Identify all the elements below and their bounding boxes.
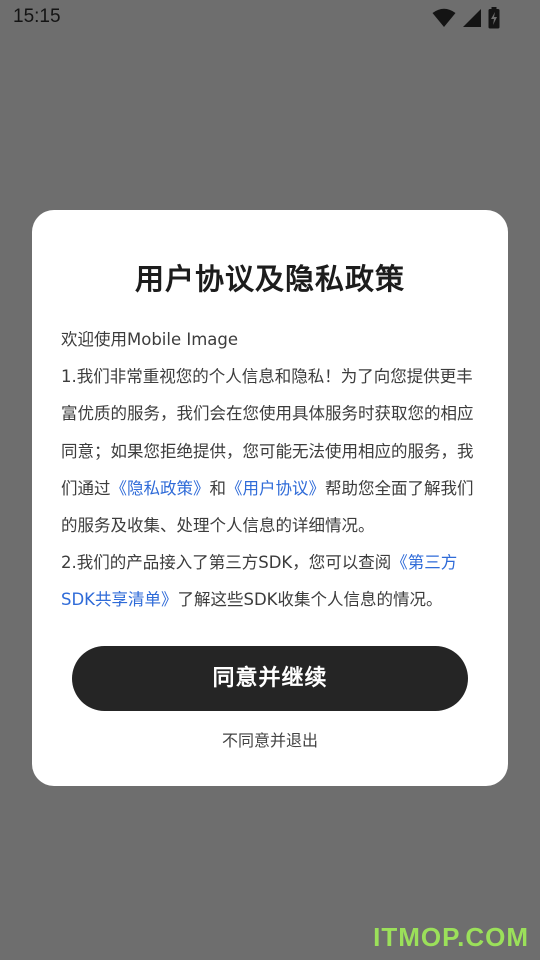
privacy-policy-link[interactable]: 《隐私政策》 [111,479,210,498]
status-bar: 15:15 [0,0,540,34]
status-time: 15:15 [13,6,61,27]
dialog-body: 欢迎使用Mobile Image 1.我们非常重视您的个人信息和隐私！为了向您提… [61,321,475,619]
paragraph-2: 2.我们的产品接入了第三方SDK，您可以查阅《第三方SDK共享清单》了解这些SD… [61,544,475,618]
watermark: ITMOP.COM [373,922,529,952]
disagree-exit-link[interactable]: 不同意并退出 [0,727,540,751]
wifi-icon [432,8,456,28]
paragraph-2-text: 2.我们的产品接入了第三方SDK，您可以查阅 [61,553,392,573]
signal-icon [462,8,482,28]
greeting-text: 欢迎使用Mobile Image [61,330,239,349]
battery-charging-icon [488,7,500,29]
dialog-title: 用户协议及隐私政策 [134,262,405,296]
and-text: 和 [209,478,227,498]
agree-button[interactable]: 同意并继续 [72,646,468,711]
user-agreement-link[interactable]: 《用户协议》 [226,479,325,498]
paragraph-1: 1.我们非常重视您的个人信息和隐私！为了向您提供更丰富优质的服务，我们会在您使用… [61,358,475,544]
paragraph-2-tail: 了解这些SDK收集个人信息的情况。 [177,590,443,610]
status-icons [432,7,500,29]
